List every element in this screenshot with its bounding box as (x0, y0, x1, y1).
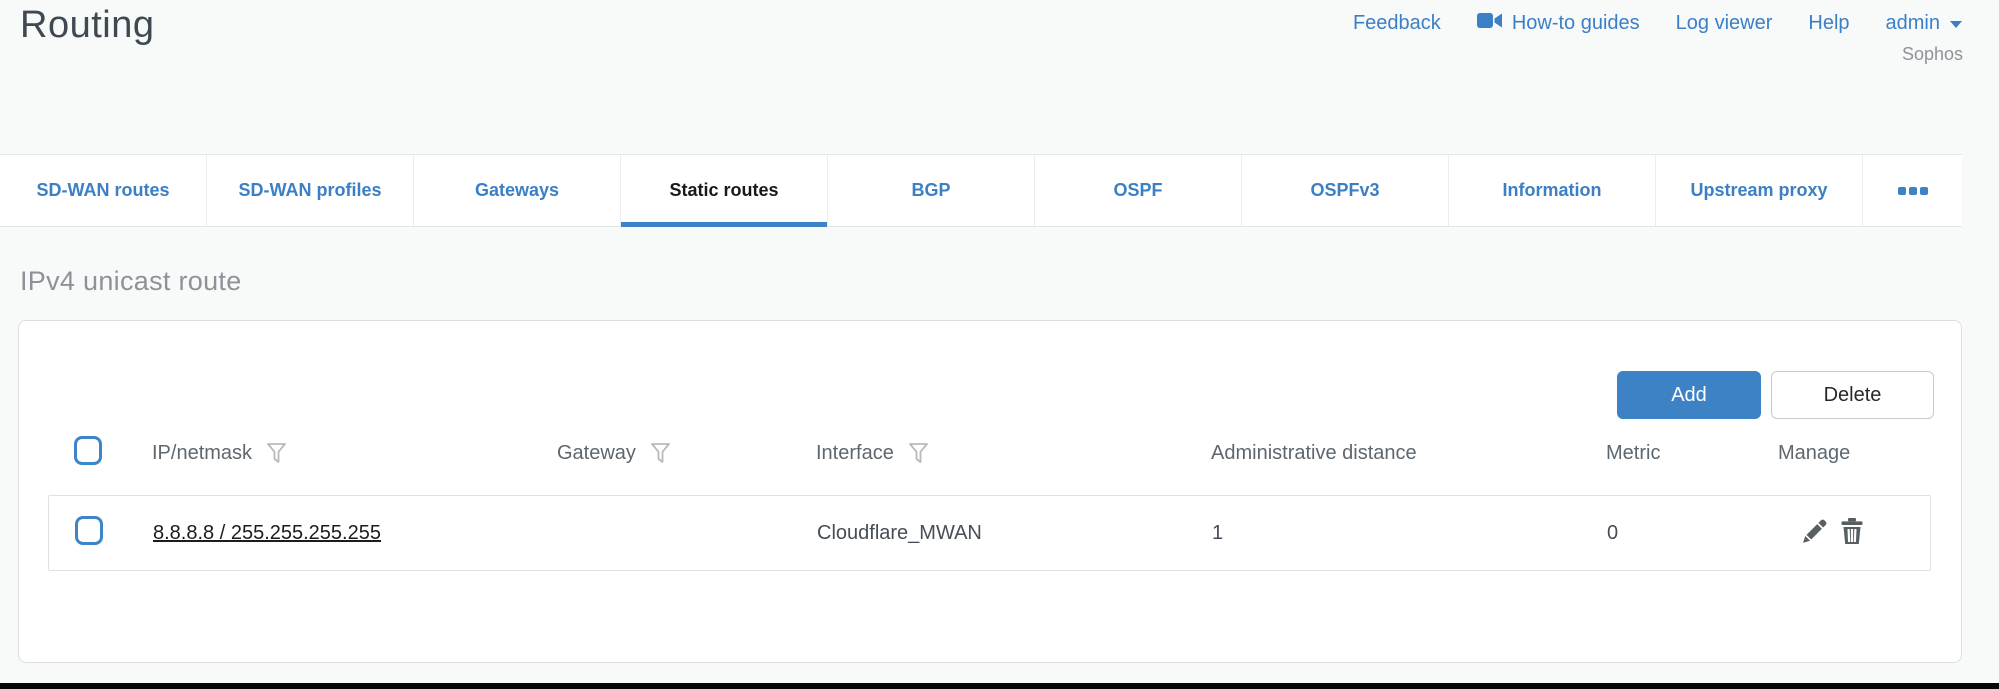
caret-down-icon (1949, 12, 1963, 35)
tab-static-routes[interactable]: Static routes (621, 155, 828, 226)
tab-sdwan-routes[interactable]: SD-WAN routes (0, 155, 207, 226)
column-header-administrative-distance: Administrative distance (1211, 442, 1606, 465)
cell-manage (1779, 518, 1930, 548)
column-header-ip-netmask: IP/netmask (152, 442, 557, 465)
more-tabs-icon (1909, 187, 1917, 195)
column-header-gateway: Gateway (557, 442, 816, 465)
tab-ospfv3[interactable]: OSPFv3 (1242, 155, 1449, 226)
column-header-manage: Manage (1778, 442, 1931, 465)
table-header-row: IP/netmask Gateway Interface Administrat… (48, 431, 1931, 475)
cell-ip-netmask: 8.8.8.8 / 255.255.255.255 (153, 522, 558, 545)
more-tabs-button[interactable] (1863, 155, 1962, 226)
add-button[interactable]: Add (1617, 371, 1761, 419)
feedback-link[interactable]: Feedback (1353, 12, 1441, 35)
cell-metric: 0 (1607, 522, 1779, 545)
delete-row-button[interactable] (1840, 518, 1864, 548)
user-menu[interactable]: admin (1886, 12, 1963, 35)
funnel-icon[interactable] (266, 442, 287, 465)
select-all-checkbox[interactable] (74, 436, 102, 465)
more-tabs-icon (1920, 187, 1928, 195)
page-title: Routing (20, 4, 154, 47)
tab-upstream-proxy[interactable]: Upstream proxy (1656, 155, 1863, 226)
top-utility-nav: Feedback How-to guides Log viewer Help a… (1353, 12, 1963, 35)
tab-gateways[interactable]: Gateways (414, 155, 621, 226)
more-tabs-icon (1898, 187, 1906, 195)
column-header-interface: Interface (816, 442, 1211, 465)
static-routes-table: IP/netmask Gateway Interface Administrat… (48, 431, 1931, 571)
table-toolbar: Add Delete (1617, 371, 1934, 419)
trash-icon (1840, 518, 1864, 548)
tab-information[interactable]: Information (1449, 155, 1656, 226)
howto-guides-link[interactable]: How-to guides (1477, 12, 1640, 35)
routing-tab-bar: SD-WAN routes SD-WAN profiles Gateways S… (0, 154, 1962, 227)
table-row: 8.8.8.8 / 255.255.255.255 Cloudflare_MWA… (48, 495, 1931, 571)
ipv4-unicast-route-panel: Add Delete IP/netmask Gateway Interface (18, 320, 1962, 663)
tab-bgp[interactable]: BGP (828, 155, 1035, 226)
funnel-icon[interactable] (908, 442, 929, 465)
help-link[interactable]: Help (1808, 12, 1849, 35)
delete-button[interactable]: Delete (1771, 371, 1934, 419)
section-heading: IPv4 unicast route (20, 266, 242, 297)
tab-ospf[interactable]: OSPF (1035, 155, 1242, 226)
funnel-icon[interactable] (650, 442, 671, 465)
log-viewer-link[interactable]: Log viewer (1676, 12, 1773, 35)
cell-administrative-distance: 1 (1212, 522, 1607, 545)
screen-bottom-edge (0, 683, 1999, 689)
cell-interface: Cloudflare_MWAN (817, 522, 1212, 545)
video-camera-icon (1477, 12, 1503, 35)
edit-button[interactable] (1801, 518, 1828, 548)
pencil-icon (1801, 518, 1828, 548)
row-checkbox[interactable] (75, 516, 103, 545)
route-link[interactable]: 8.8.8.8 / 255.255.255.255 (153, 522, 381, 544)
tab-sdwan-profiles[interactable]: SD-WAN profiles (207, 155, 414, 226)
brand-label: Sophos (1902, 44, 1963, 65)
column-header-metric: Metric (1606, 442, 1778, 465)
